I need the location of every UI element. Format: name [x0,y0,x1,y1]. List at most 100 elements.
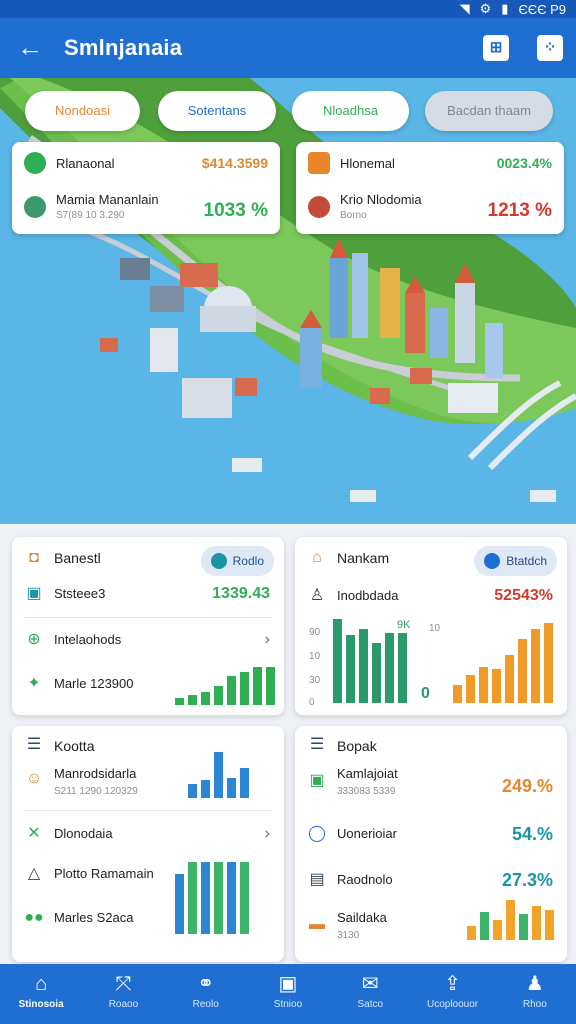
bar [214,752,223,798]
panel-c-row1-label: Manrodsidarla [54,766,137,781]
bar [372,643,381,703]
mail-icon: ✉ [361,973,379,995]
bar [175,698,184,705]
nav-label: Stinosoia [18,999,64,1010]
bar [188,695,197,705]
wifi-icon: ◥ [459,1,470,16]
nav-item-routes[interactable]: ⤧ Roaoo [82,964,164,1024]
back-arrow-icon[interactable]: ← [14,32,46,64]
menu-grid-icon[interactable]: ⁘ [537,35,563,61]
store-icon: ▣ [278,973,298,995]
panel-d-row1-sub: 333083 5339 [337,786,396,797]
divider [24,617,272,618]
chart-annotation: 10 [429,623,441,634]
profile-icon: ♟ [525,973,544,995]
info-right-label-1: Hlonemal [340,156,395,171]
bar [492,669,501,703]
panel-b-row1-label: Inodbdada [337,588,399,603]
nav-label: Reolo [192,999,219,1010]
info-left-value-2: 1033 % [203,200,268,221]
bar [493,920,502,940]
panel-a-bar-chart [175,621,275,705]
bar [201,862,210,934]
bar [201,692,210,705]
panel-c-row4-label: Marles S2aca [54,910,134,925]
nav-item-mail[interactable]: ✉ Satco [329,964,411,1024]
panel-b-row1-value: 52543% [494,587,553,604]
panel-a-row3-label: Marle 123900 [54,676,134,691]
camera-icon: ◘ [29,549,39,566]
nav-item-network[interactable]: ⚭ Reolo [165,964,247,1024]
bar [506,900,515,940]
bar [479,667,488,703]
tools-icon: ✕ [27,825,41,842]
bar [544,623,553,703]
panel-a-row1-value: 1339.43 [212,585,270,602]
bar [201,780,210,798]
info-card-right[interactable]: Hlonemal 0023.4% Krio Nlodomia Borno 121… [296,142,564,234]
map-view-icon[interactable]: ⊞ [483,35,509,61]
upload-icon: ⇪ [444,973,461,995]
nav-item-profile[interactable]: ♟ Rhoo [494,964,576,1024]
panel-a-pill-label: Rodlo [232,554,264,568]
handshake-icon: ✦ [27,675,41,692]
panel-a-title: Banestl [54,550,101,566]
panel-c-bar-chart-bottom [175,860,249,934]
bar [240,672,249,705]
bar [398,633,407,703]
chip-filter-3[interactable]: Nloadhsa [292,91,409,131]
bar [240,862,249,934]
nav-item-home[interactable]: ⌂ Stinosoia [0,964,82,1024]
bar [359,629,368,703]
nav-item-upload[interactable]: ⇪ Ucoploouor [411,964,493,1024]
leaf-icon [24,152,46,174]
panel-d-bar-chart [467,898,554,940]
panel-c-row2-label[interactable]: Dlonodaia [54,826,113,841]
panel-d-row2-value: 54.% [511,824,553,844]
bar [333,619,342,703]
chip-filter-4[interactable]: Bacdan thaam [425,91,553,131]
info-card-left[interactable]: Rlanaonal $414.3599 Mamia Mananlain S7(8… [12,142,280,234]
radio-icon [210,553,227,569]
home-outline-icon: ⌂ [312,549,322,566]
globe-icon [484,553,501,569]
app-bar: ← Smlnjanaia ⊞ ⁘ [0,18,576,78]
bar [453,685,462,703]
panel-a-row2-label[interactable]: Intelaohods [54,632,121,647]
info-left-value-1: $414.3599 [201,155,268,171]
panel-banestl: ◘ Banestl Rodlo ▣ Ststeee3 1339.43 ⊕ Int… [12,537,284,715]
building-icon [308,152,330,174]
battery-icon: ▮ [501,1,509,16]
axis-tick: 30 [309,675,321,686]
bar [227,862,236,934]
bar [505,655,514,703]
bar [467,926,476,940]
panel-c-row1-sub: S211 1290 120329 [54,786,138,797]
truck-icon: ▬ [309,916,325,933]
divider [24,810,272,811]
axis-tick: 0 [309,697,315,708]
info-right-value-1: 0023.4% [496,155,552,171]
panel-a-row1-label: Ststeee3 [54,586,106,601]
nav-label: Rhoo [522,999,547,1010]
chip-filter-2[interactable]: Sotentans [158,91,276,131]
home-icon: ⌂ [35,973,48,995]
bar [266,667,275,705]
status-bar: ◥ ⚙ ▮ ЄЄЄ Р9 [0,0,576,18]
panel-d-row3-value: 27.3% [501,870,553,890]
people-icon: ☺ [25,770,43,787]
nav-item-store[interactable]: ▣ Stnioo [247,964,329,1024]
bar [532,906,541,940]
bar [466,675,475,703]
panel-b-bar-chart-green [333,619,407,703]
chip-filter-1[interactable]: Nondoasi [25,91,140,131]
panel-nankam: ⌂ Nankam Btatdch ♙ Inodbdada 52543% 90 1… [295,537,567,715]
compass-icon [308,196,330,218]
panel-a-pill[interactable]: Rodlo [200,546,274,576]
bar [188,862,197,934]
axis-tick: 90 [309,627,321,638]
info-left-label-2: Mamia Mananlain [56,192,159,207]
chevron-right-icon[interactable]: › [265,825,270,843]
panel-b-pill[interactable]: Btatdch [474,546,557,576]
network-icon: ⚭ [197,973,215,995]
